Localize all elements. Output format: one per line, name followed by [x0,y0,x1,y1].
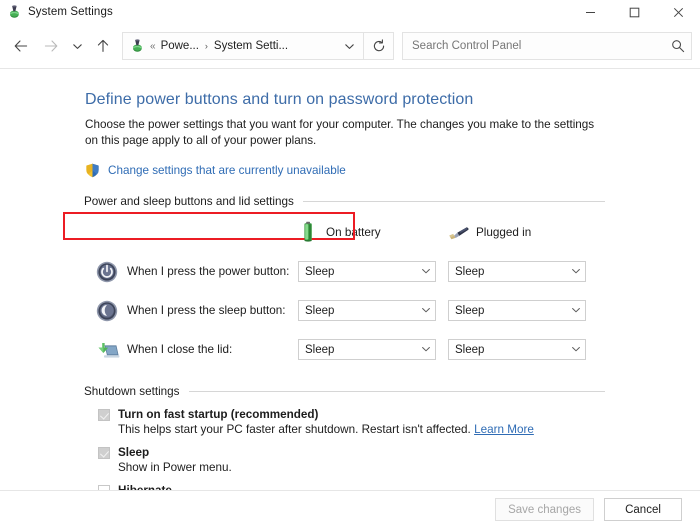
dropdown-value: Sleep [455,265,485,278]
table-row: When I close the lid: Sleep Sleep [85,330,690,369]
chevron-down-icon [571,266,581,278]
dropdown-power-button-on-battery[interactable]: Sleep [298,261,436,282]
chevron-down-icon[interactable] [337,33,361,59]
page-title: Define power buttons and turn on passwor… [85,91,474,108]
sleep-moon-icon [96,300,118,322]
checkbox-description-sleep: Show in Power menu. [118,461,232,474]
dropdown-power-button-plugged-in[interactable]: Sleep [448,261,586,282]
change-unavailable-settings-link[interactable]: Change settings that are currently unava… [108,164,346,177]
up-button[interactable] [88,31,118,61]
fast-startup-description-text: This helps start your PC faster after sh… [118,423,471,436]
dropdown-value: Sleep [305,304,335,317]
breadcrumb-overflow-icon[interactable]: « [150,41,156,52]
chevron-down-icon [571,305,581,317]
page-description: Choose the power settings that you want … [85,118,595,147]
checkbox-fast-startup[interactable] [98,408,110,421]
chevron-down-icon [571,344,581,356]
checkbox-row-hibernate[interactable]: Hibernate [85,484,690,490]
dropdown-close-lid-plugged-in[interactable]: Sleep [448,339,586,360]
dropdown-value: Sleep [305,265,335,278]
checkbox-label-sleep: Sleep [118,446,150,459]
shutdown-section-title: Shutdown settings [84,385,180,398]
recent-locations-button[interactable] [66,31,88,61]
chevron-down-icon [421,344,431,356]
back-button[interactable] [6,31,36,61]
column-header-plugged-in: Plugged in [448,221,598,243]
section-divider [302,201,605,202]
minimize-button[interactable] [568,0,612,24]
dropdown-value: Sleep [305,343,335,356]
power-section-header: Power and sleep buttons and lid settings [84,195,690,208]
maximize-button[interactable] [612,0,656,24]
list-item: Turn on fast startup (recommended) This … [85,408,690,436]
table-row: When I press the sleep button: Sleep Sle… [85,291,690,330]
table-row: When I press the power button: Sleep Sle… [85,252,690,291]
list-item: Sleep Show in Power menu. [85,446,690,474]
dropdown-close-lid-on-battery[interactable]: Sleep [298,339,436,360]
dropdown-sleep-button-plugged-in[interactable]: Sleep [448,300,586,321]
search-icon[interactable] [671,39,685,53]
cancel-button[interactable]: Cancel [604,498,682,521]
checkbox-row-sleep[interactable]: Sleep [85,446,690,459]
window-controls [568,0,700,24]
checkbox-description-fast-startup: This helps start your PC faster after sh… [118,423,690,436]
column-header-plugged-in-label: Plugged in [476,225,532,239]
search-input[interactable]: Search Control Panel [412,40,671,52]
search-control-panel-box[interactable]: Search Control Panel [402,32,692,60]
chevron-down-icon [421,305,431,317]
shield-icon [85,163,100,178]
refresh-button[interactable] [364,32,394,60]
checkbox-sleep[interactable] [98,446,110,459]
power-plan-icon [7,5,21,19]
checkbox-hibernate[interactable] [98,484,110,490]
power-button-icon [96,261,118,283]
learn-more-link[interactable]: Learn More [474,423,534,436]
window-title: System Settings [28,6,113,18]
power-plan-icon [130,39,144,53]
breadcrumb-separator-icon: › [204,41,208,51]
row-label-power-button: When I press the power button: [127,265,290,278]
checkbox-label-fast-startup: Turn on fast startup (recommended) [118,408,319,421]
column-headers: On battery Plugged in [85,221,690,243]
column-header-on-battery-label: On battery [326,225,381,239]
dropdown-value: Sleep [455,304,485,317]
checkbox-row-fast-startup[interactable]: Turn on fast startup (recommended) [85,408,690,421]
footer-bar: Save changes Cancel [0,490,700,528]
list-item: Hibernate Show in Power menu. [85,484,690,490]
system-settings-window: System Settings « Powe... › System Setti… [0,0,700,528]
chevron-down-icon [421,266,431,278]
power-plug-icon [448,221,469,243]
breadcrumb-item-power-options[interactable]: Powe... [161,40,199,52]
close-button[interactable] [656,0,700,24]
laptop-lid-icon [96,339,120,361]
forward-button[interactable] [36,31,66,61]
address-bar[interactable]: « Powe... › System Setti... [122,32,364,60]
power-settings-rows: When I press the power button: Sleep Sle… [85,252,690,369]
save-changes-button[interactable]: Save changes [495,498,594,521]
checkbox-label-hibernate: Hibernate [118,484,172,490]
battery-icon [298,221,318,243]
section-divider [188,391,605,392]
title-bar: System Settings [0,0,700,24]
shutdown-section-header: Shutdown settings [84,385,690,398]
change-unavailable-settings-row[interactable]: Change settings that are currently unava… [85,161,690,179]
power-section-title: Power and sleep buttons and lid settings [84,195,294,208]
navigation-bar: « Powe... › System Setti... Search Contr… [0,24,700,68]
dropdown-value: Sleep [455,343,485,356]
dropdown-sleep-button-on-battery[interactable]: Sleep [298,300,436,321]
content-area: Define power buttons and turn on passwor… [0,68,700,490]
breadcrumb-item-system-settings[interactable]: System Setti... [214,40,288,52]
column-header-on-battery: On battery [298,221,448,243]
row-label-sleep-button: When I press the sleep button: [127,304,286,317]
row-label-close-lid: When I close the lid: [127,343,233,356]
